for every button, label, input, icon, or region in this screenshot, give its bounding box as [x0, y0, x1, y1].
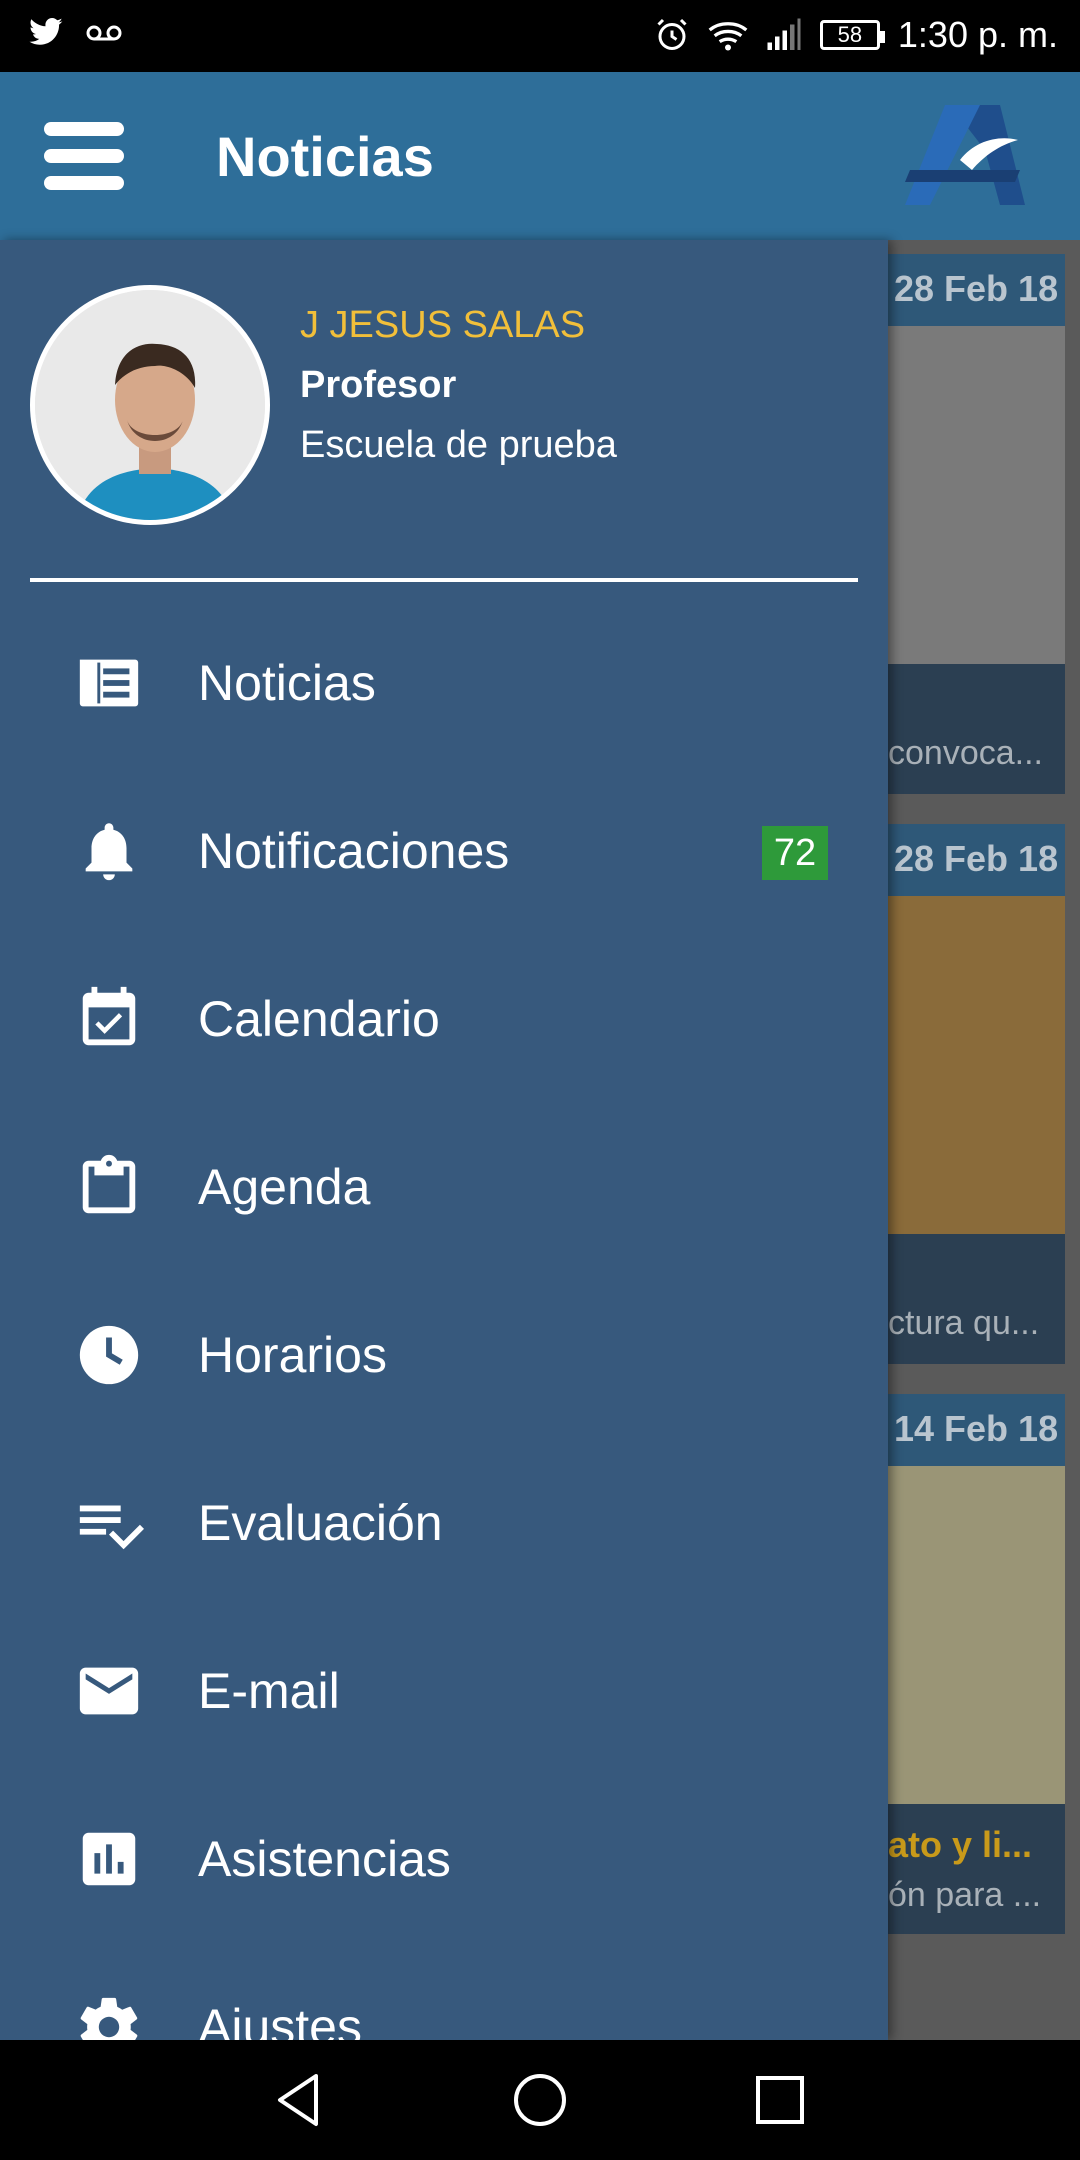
card-caption: ctura qu...: [888, 1304, 1040, 1342]
clipboard-icon: [82, 1154, 136, 1214]
recents-icon[interactable]: [748, 2068, 812, 2132]
menu-line: [44, 149, 124, 163]
system-navigation-bar: [0, 2040, 1080, 2160]
news-card[interactable]: 28 Feb 18 convoca...: [880, 254, 1065, 794]
drawer-item-evaluacion[interactable]: Evaluación: [0, 1438, 888, 1606]
battery-indicator: 58: [819, 20, 885, 50]
drawer-item-asistencias[interactable]: Asistencias: [0, 1774, 888, 1942]
drawer-item-label: Noticias: [198, 655, 376, 711]
checklist-icon: [79, 1505, 144, 1550]
drawer-item-calendario[interactable]: Calendario: [0, 934, 888, 1102]
card-title: ato y li...: [888, 1824, 1033, 1865]
menu-line: [44, 122, 124, 136]
bar-chart-icon: [82, 1832, 136, 1886]
app-logo: [905, 105, 1025, 205]
navigation-drawer: J JESUS SALAS Profesor Escuela de prueba…: [0, 240, 888, 2040]
card-caption-area: ato y li... ón para ...: [880, 1804, 1065, 1934]
notification-count-badge: 72: [762, 826, 828, 880]
drawer-item-notificaciones[interactable]: Notificaciones 72: [0, 766, 888, 934]
card-caption-area: convoca...: [880, 664, 1065, 794]
clock: 1:30 p. m.: [897, 14, 1058, 55]
bell-icon: [85, 823, 133, 881]
drawer-item-label: Calendario: [198, 991, 440, 1047]
user-school: Escuela de prueba: [300, 424, 617, 466]
newspaper-icon: [79, 659, 139, 707]
calendar-check-icon: [82, 986, 136, 1046]
card-date: 28 Feb 18: [880, 254, 1065, 326]
card-caption: ón para ...: [888, 1876, 1042, 1914]
back-icon[interactable]: [266, 2068, 330, 2132]
drawer-item-label: Notificaciones: [198, 823, 510, 879]
drawer-item-noticias[interactable]: Noticias: [0, 598, 888, 766]
user-role: Profesor: [300, 364, 457, 406]
drawer-item-label: Horarios: [198, 1327, 387, 1383]
drawer-item-label: Ajustes: [198, 1999, 362, 2040]
status-bar: 58 1:30 p. m.: [0, 0, 1080, 72]
drawer-item-agenda[interactable]: Agenda: [0, 1102, 888, 1270]
drawer-item-email[interactable]: E-mail: [0, 1606, 888, 1774]
user-name: J JESUS SALAS: [300, 304, 586, 346]
avatar-photo: [35, 290, 265, 520]
card-caption-area: ctura qu...: [880, 1234, 1065, 1364]
home-icon[interactable]: [508, 2068, 572, 2132]
mail-icon: [79, 1667, 139, 1715]
drawer-item-label: Agenda: [198, 1159, 371, 1215]
drawer-item-horarios[interactable]: Horarios: [0, 1270, 888, 1438]
wifi-icon: [708, 22, 748, 51]
drawer-item-label: Asistencias: [198, 1831, 451, 1887]
signal-icon: [767, 18, 801, 50]
menu-line: [44, 176, 124, 190]
news-card[interactable]: 28 Feb 18 ctura qu...: [880, 824, 1065, 1364]
drawer-item-label: E-mail: [198, 1663, 340, 1719]
app-bar: Noticias: [0, 72, 1080, 240]
divider: [30, 578, 858, 582]
alarm-icon: [657, 18, 687, 50]
voicemail-icon: [86, 25, 122, 41]
page-title: Noticias: [216, 125, 434, 188]
menu-button[interactable]: [44, 122, 124, 192]
gear-icon: [80, 1997, 138, 2040]
drawer-item-ajustes[interactable]: Ajustes: [0, 1942, 888, 2040]
card-date: 14 Feb 18: [880, 1394, 1065, 1466]
battery-level: 58: [837, 22, 863, 47]
news-card[interactable]: 14 Feb 18 ato y li... ón para ...: [880, 1394, 1065, 1934]
card-caption: convoca...: [888, 734, 1043, 772]
drawer-item-label: Evaluación: [198, 1495, 443, 1551]
clock-icon: [79, 1325, 139, 1385]
card-date: 28 Feb 18: [880, 824, 1065, 896]
avatar[interactable]: [30, 285, 270, 525]
twitter-icon: [29, 18, 63, 45]
